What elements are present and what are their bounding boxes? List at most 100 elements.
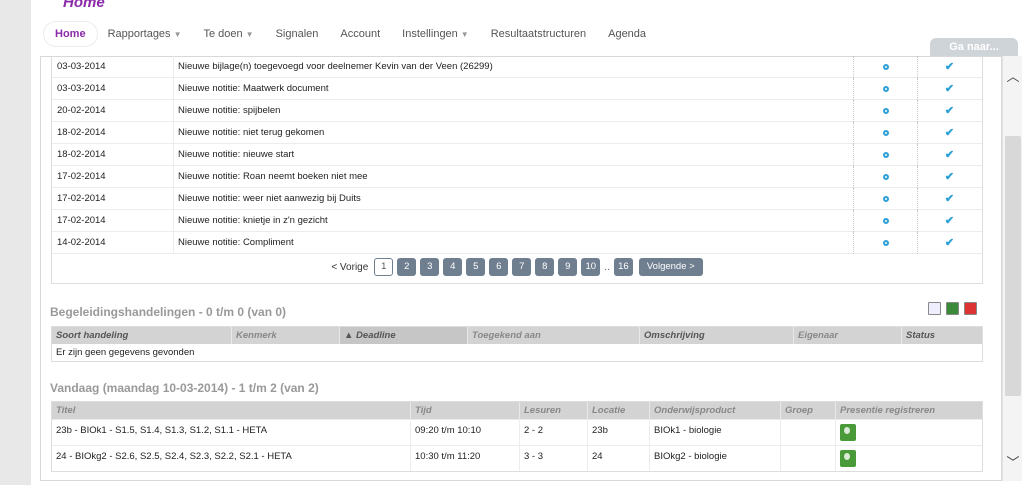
table-row[interactable]: 18-02-2014 Nieuwe notitie: nieuwe start … (52, 143, 982, 166)
check-icon[interactable]: ✔ (945, 82, 954, 95)
pager-page[interactable]: 6 (489, 258, 509, 276)
note-text[interactable]: Nieuwe notitie: weer niet aanwezig bij D… (173, 187, 853, 210)
col-header[interactable]: Toegekend aan (468, 327, 640, 344)
table-row[interactable]: 24 - BIOkg2 - S2.6, S2.5, S2.4, S2.3, S2… (52, 445, 982, 471)
check-icon[interactable]: ✔ (945, 214, 954, 227)
pager-prev[interactable]: < Vorige (331, 262, 368, 273)
pager-page[interactable]: 7 (512, 258, 532, 276)
vertical-scrollbar[interactable]: ︿ ﹀ (1002, 56, 1022, 481)
col-header-label: Deadline (356, 330, 396, 341)
main-nav: Home Rapportages ▼ Te doen ▼ Signalen Acco… (44, 22, 657, 46)
lesson-time: 09:20 t/m 10:10 (411, 420, 520, 445)
circle-icon[interactable] (882, 173, 889, 180)
check-icon[interactable]: ✔ (945, 236, 954, 249)
goto-tab[interactable]: Ga naar... (930, 38, 1018, 56)
nav-agenda[interactable]: Agenda (597, 22, 657, 46)
note-date: 03-03-2014 (57, 83, 106, 94)
nav-home[interactable]: Home (44, 22, 97, 46)
col-header[interactable]: Tijd (411, 402, 520, 419)
col-header[interactable]: Eigenaar (794, 327, 902, 344)
col-header[interactable]: Onderwijsproduct (650, 402, 781, 419)
pager-page[interactable]: 3 (420, 258, 440, 276)
check-icon[interactable]: ✔ (945, 104, 954, 117)
nav-rapportages[interactable]: Rapportages ▼ (97, 22, 193, 46)
table-row[interactable]: 20-02-2014 Nieuwe notitie: spijbelen ✔ (52, 99, 982, 122)
note-text[interactable]: Nieuwe notitie: spijbelen (173, 99, 853, 122)
nav-resultaatstructuren[interactable]: Resultaatstructuren (480, 22, 597, 46)
print-pdf-icon[interactable] (964, 302, 977, 315)
nav-label: Rapportages (107, 28, 171, 40)
table-row[interactable]: 17-02-2014 Nieuwe notitie: weer niet aan… (52, 187, 982, 210)
table-row[interactable]: 03-03-2014 Nieuwe notitie: Maatwerk docu… (52, 77, 982, 100)
circle-icon[interactable] (882, 129, 889, 136)
table-row[interactable]: 18-02-2014 Nieuwe notitie: niet terug ge… (52, 121, 982, 144)
lesson-product: BIOk1 - biologie (650, 420, 781, 445)
col-header[interactable]: Status (902, 327, 982, 344)
lesson-time: 10:30 t/m 11:20 (411, 446, 520, 471)
table-row[interactable]: 03-03-2014 Nieuwe bijlage(n) toegevoegd … (52, 55, 982, 78)
nav-signalen[interactable]: Signalen (265, 22, 330, 46)
register-presence-icon[interactable] (840, 450, 856, 467)
circle-icon[interactable] (882, 239, 889, 246)
chevron-down-icon: ▼ (173, 30, 182, 39)
circle-icon[interactable] (882, 63, 889, 70)
pager-page[interactable]: 2 (397, 258, 417, 276)
chevron-up-icon[interactable]: ︿ (1003, 66, 1023, 85)
col-header[interactable]: Groep (781, 402, 836, 419)
csv-export-icon[interactable] (928, 302, 941, 315)
col-header[interactable]: Locatie (588, 402, 650, 419)
table-row[interactable]: 17-02-2014 Nieuwe notitie: knietje in z'… (52, 209, 982, 232)
table-header: Soort handeling Kenmerk ▲ Deadline Toege… (52, 327, 982, 344)
col-header[interactable]: Kenmerk (232, 327, 340, 344)
check-icon[interactable]: ✔ (945, 126, 954, 139)
circle-icon[interactable] (882, 195, 889, 202)
nav-label: Agenda (608, 28, 647, 40)
table-row[interactable]: 23b - BIOk1 - S1.5, S1.4, S1.3, S1.2, S1… (52, 419, 982, 445)
table-header: Titel Tijd Lesuren Locatie Onderwijsprod… (52, 402, 982, 419)
note-text[interactable]: Nieuwe notitie: knietje in z'n gezicht (173, 209, 853, 232)
check-icon[interactable]: ✔ (945, 148, 954, 161)
check-icon[interactable]: ✔ (945, 192, 954, 205)
note-text[interactable]: Nieuwe bijlage(n) toegevoegd voor deelne… (173, 55, 853, 78)
vandaag-table: Titel Tijd Lesuren Locatie Onderwijsprod… (51, 401, 983, 472)
col-header[interactable]: Lesuren (520, 402, 588, 419)
pager-page[interactable]: 5 (466, 258, 486, 276)
nav-te-doen[interactable]: Te doen ▼ (192, 22, 264, 46)
excel-export-icon[interactable] (946, 302, 959, 315)
pager-page[interactable]: 10 (581, 258, 601, 276)
col-header-deadline[interactable]: ▲ Deadline (340, 327, 468, 344)
lesson-location: 24 (588, 446, 650, 471)
circle-icon[interactable] (882, 217, 889, 224)
check-icon[interactable]: ✔ (945, 60, 954, 73)
pager-next[interactable]: Volgende > (638, 258, 703, 276)
note-text[interactable]: Nieuwe notitie: Maatwerk document (173, 77, 853, 100)
table-row[interactable]: 17-02-2014 Nieuwe notitie: Roan neemt bo… (52, 165, 982, 188)
col-header[interactable]: Omschrijving (640, 327, 794, 344)
circle-icon[interactable] (882, 107, 889, 114)
chevron-down-icon[interactable]: ﹀ (1003, 452, 1023, 471)
pager-page[interactable]: 4 (443, 258, 463, 276)
col-header[interactable]: Soort handeling (52, 327, 232, 344)
nav-account[interactable]: Account (329, 22, 391, 46)
col-header[interactable]: Presentie registreren (836, 402, 982, 419)
nav-label: Resultaatstructuren (490, 28, 587, 40)
check-icon[interactable]: ✔ (945, 170, 954, 183)
export-toolbar (928, 302, 977, 315)
col-header[interactable]: Titel (52, 402, 411, 419)
circle-icon[interactable] (882, 85, 889, 92)
nav-instellingen[interactable]: Instellingen ▼ (391, 22, 480, 46)
note-text[interactable]: Nieuwe notitie: Roan neemt boeken niet m… (173, 165, 853, 188)
note-text[interactable]: Nieuwe notitie: nieuwe start (173, 143, 853, 166)
scroll-thumb[interactable] (1005, 136, 1021, 396)
note-date: 18-02-2014 (57, 149, 106, 160)
pager-page[interactable]: 1 (374, 258, 394, 276)
pager-page[interactable]: 8 (535, 258, 555, 276)
lesson-title: 23b - BIOk1 - S1.5, S1.4, S1.3, S1.2, S1… (52, 420, 411, 445)
lesson-product: BIOkg2 - biologie (650, 446, 781, 471)
pager-page[interactable]: 9 (558, 258, 578, 276)
register-presence-icon[interactable] (840, 424, 856, 441)
circle-icon[interactable] (882, 151, 889, 158)
pager-page-last[interactable]: 16 (613, 258, 633, 276)
note-text[interactable]: Nieuwe notitie: niet terug gekomen (173, 121, 853, 144)
lesson-group (781, 420, 836, 445)
